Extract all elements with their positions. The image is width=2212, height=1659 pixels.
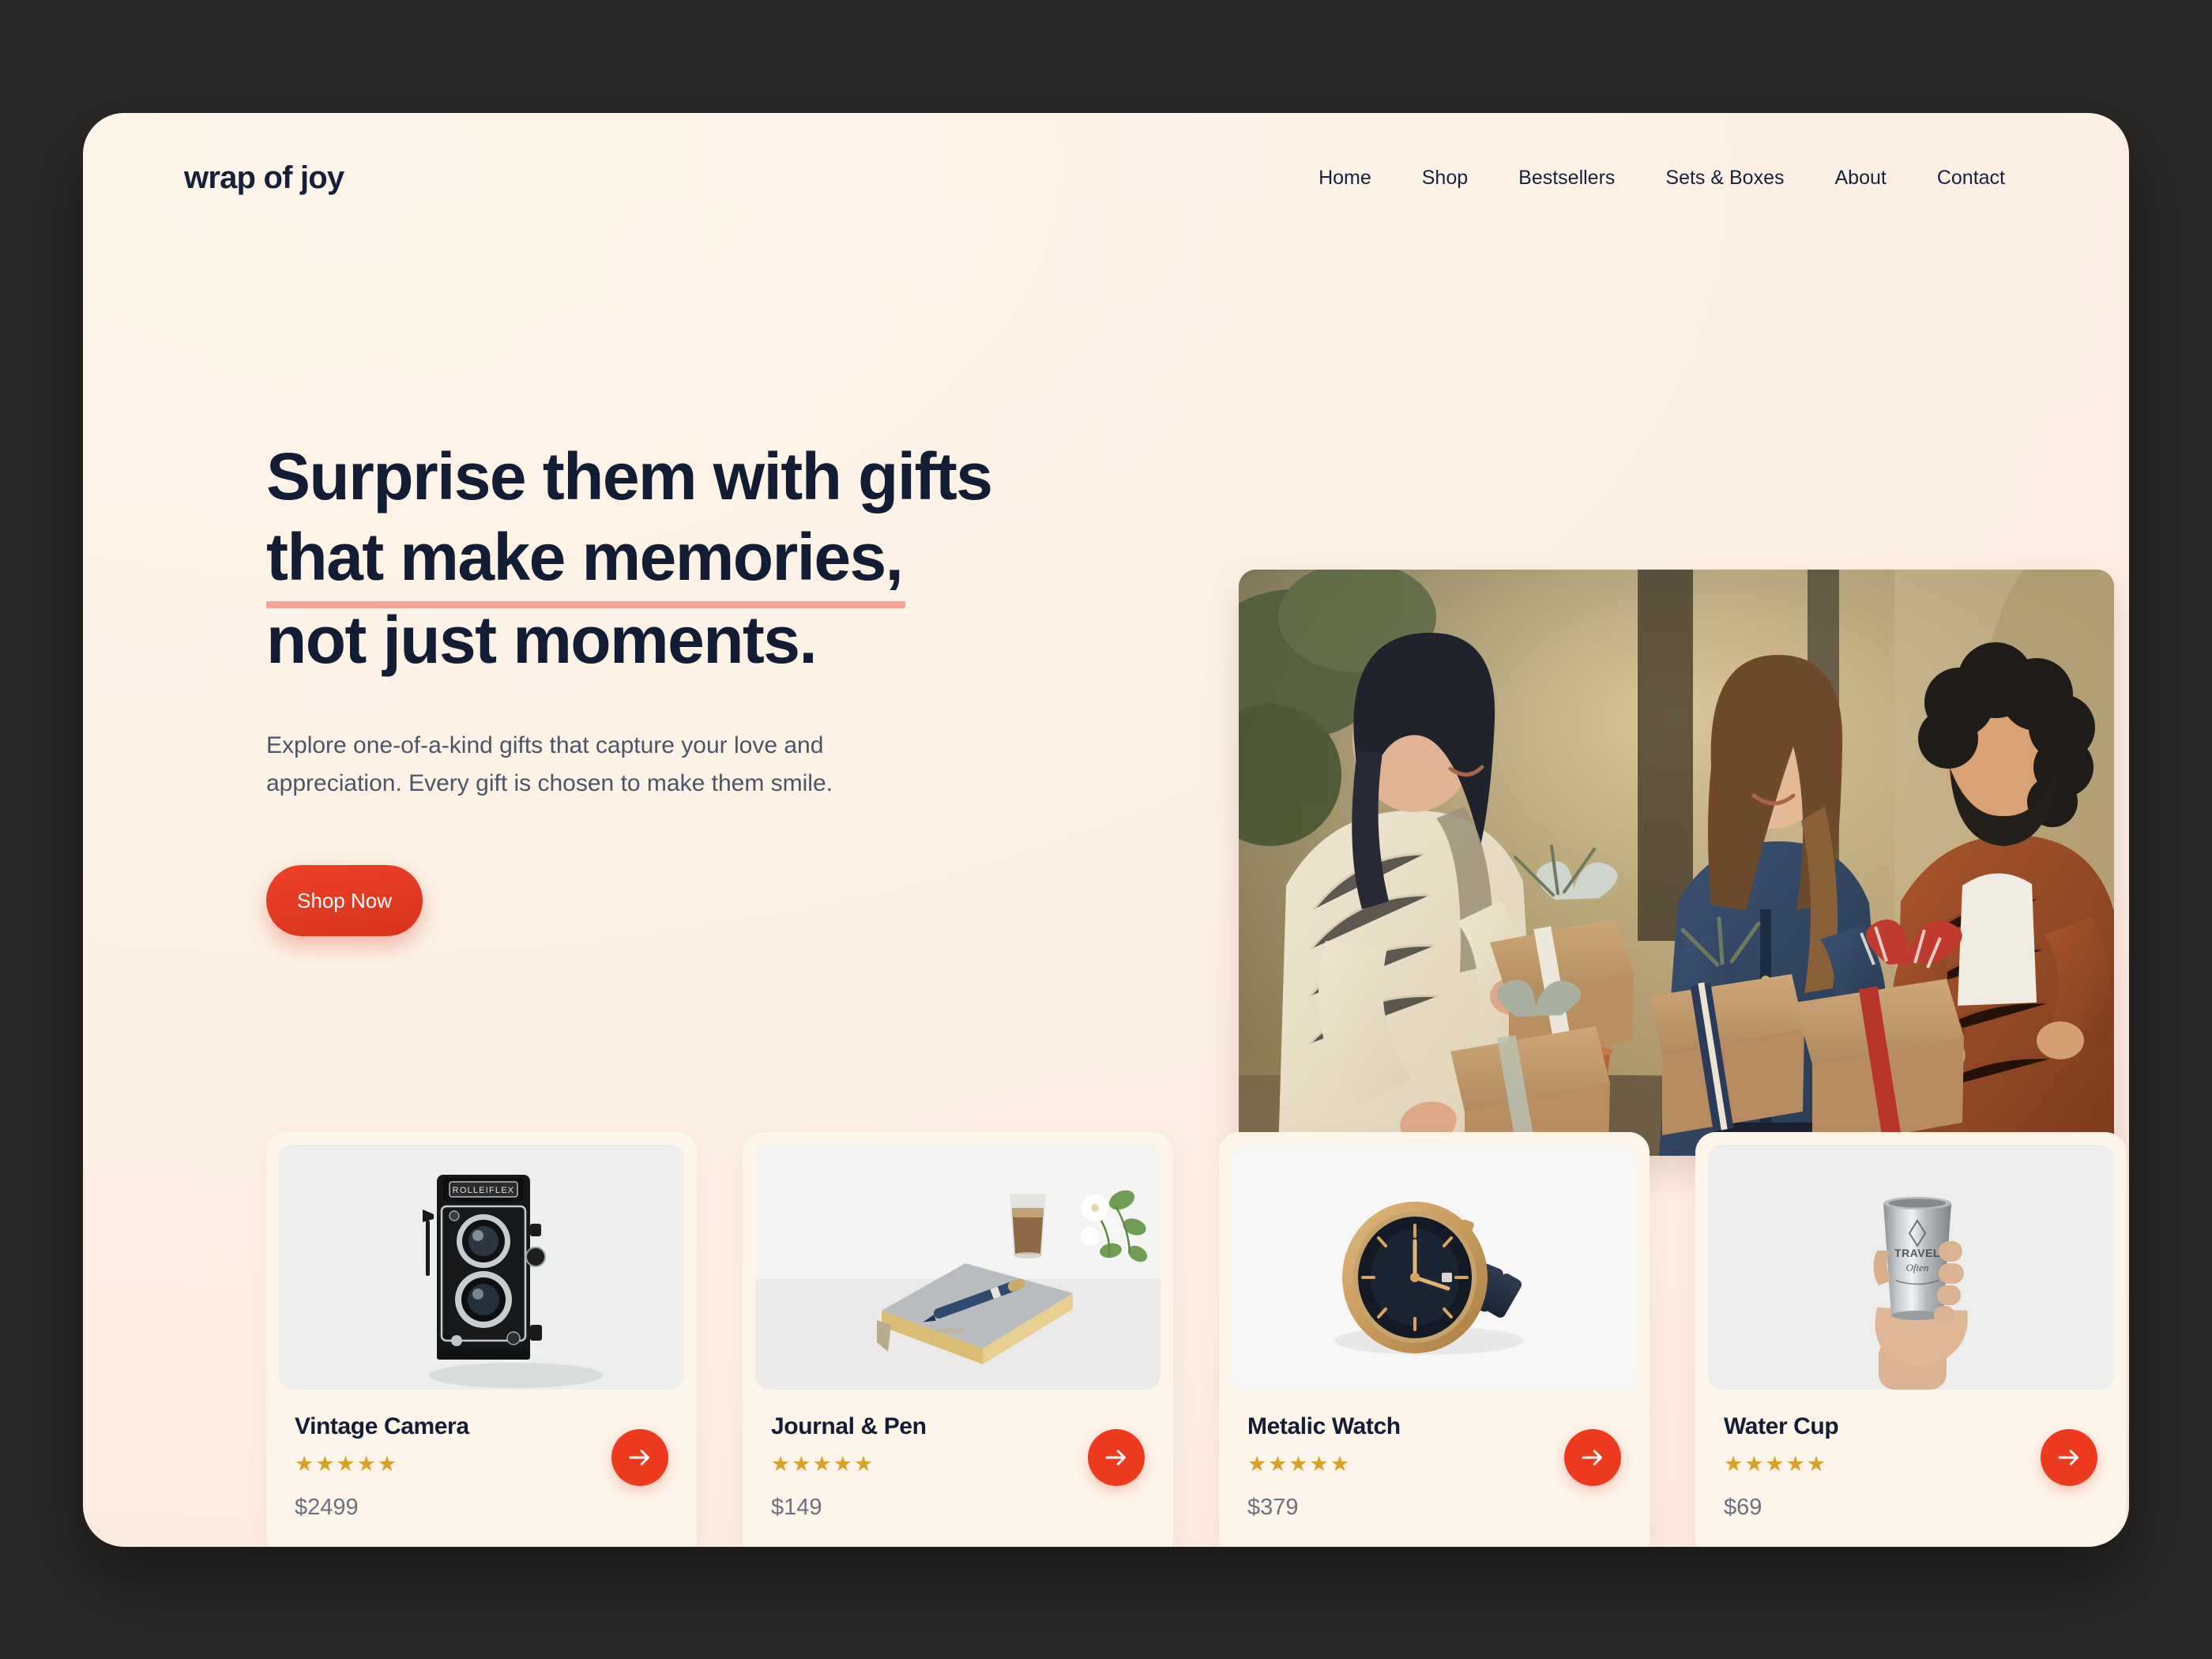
product-name: Vintage Camera	[295, 1413, 469, 1439]
brand-logo[interactable]: wrap of joy	[184, 160, 344, 196]
product-image-journal-pen: notebook	[755, 1145, 1161, 1390]
product-info: Water Cup ★★★★★ $69	[1708, 1390, 2113, 1547]
product-grid: ROLLEIFLEX Vintage Camera ★★★★★ $2499 no…	[266, 1132, 2126, 1547]
rating-stars: ★★★★★	[295, 1452, 399, 1476]
arrow-right-icon	[629, 1450, 649, 1465]
nav-item-about[interactable]: About	[1809, 167, 1911, 190]
main-nav: Home Shop Bestsellers Sets & Boxes About…	[1293, 167, 2030, 190]
product-name: Metalic Watch	[1247, 1413, 1401, 1439]
shop-now-button[interactable]: Shop Now	[266, 865, 423, 937]
product-text: Metalic Watch ★★★★★ $379	[1247, 1413, 1401, 1521]
product-info: Vintage Camera ★★★★★ $2499	[279, 1390, 684, 1547]
product-arrow-button[interactable]	[1088, 1429, 1145, 1486]
browser-window: wrap of joy Home Shop Bestsellers Sets &…	[83, 113, 2129, 1547]
nav-item-shop[interactable]: Shop	[1397, 167, 1493, 190]
hero-copy: Surprise them with gifts that make memor…	[266, 437, 1159, 937]
product-text: Water Cup ★★★★★ $69	[1724, 1413, 1839, 1521]
headline-underline-emphasis: that make memories,	[266, 517, 906, 608]
page-title: Surprise them with gifts that make memor…	[266, 437, 1159, 681]
svg-text:Often: Often	[1906, 1262, 1929, 1273]
svg-text:notebook: notebook	[937, 1326, 964, 1334]
product-text: Journal & Pen ★★★★★ $149	[771, 1413, 927, 1521]
arrow-right-icon	[1582, 1450, 1602, 1465]
product-card[interactable]: TRAVEL Often Water Cup ★★★★★ $69	[1695, 1132, 2126, 1547]
product-image-water-cup: TRAVEL Often	[1708, 1145, 2113, 1390]
product-card[interactable]: Metalic Watch ★★★★★ $379	[1219, 1132, 1650, 1547]
product-text: Vintage Camera ★★★★★ $2499	[295, 1413, 469, 1521]
hero-subtext: Explore one-of-a-kind gifts that capture…	[266, 732, 833, 797]
product-price: $149	[771, 1495, 822, 1520]
product-name: Journal & Pen	[771, 1413, 927, 1439]
product-price: $2499	[295, 1495, 359, 1520]
product-info: Journal & Pen ★★★★★ $149	[755, 1390, 1161, 1547]
product-image-metalic-watch	[1232, 1145, 1637, 1390]
headline-line-1: Surprise them with gifts	[266, 439, 993, 514]
svg-text:TRAVEL: TRAVEL	[1894, 1247, 1940, 1259]
hero-image	[1239, 570, 2114, 1156]
rating-stars: ★★★★★	[771, 1452, 875, 1476]
product-arrow-button[interactable]	[611, 1429, 668, 1486]
product-info: Metalic Watch ★★★★★ $379	[1232, 1390, 1637, 1547]
product-arrow-button[interactable]	[1564, 1429, 1621, 1486]
product-card[interactable]: ROLLEIFLEX Vintage Camera ★★★★★ $2499	[266, 1132, 697, 1547]
product-name: Water Cup	[1724, 1413, 1839, 1439]
product-price: $69	[1724, 1495, 1762, 1520]
svg-text:ROLLEIFLEX: ROLLEIFLEX	[453, 1186, 515, 1195]
nav-item-contact[interactable]: Contact	[1912, 167, 2030, 190]
product-arrow-button[interactable]	[2041, 1429, 2097, 1486]
arrow-right-icon	[1105, 1450, 1126, 1465]
nav-item-home[interactable]: Home	[1293, 167, 1397, 190]
rating-stars: ★★★★★	[1724, 1452, 1828, 1476]
nav-item-sets-boxes[interactable]: Sets & Boxes	[1640, 167, 1809, 190]
headline-line-2: that make memories,	[266, 517, 1159, 608]
site-header: wrap of joy Home Shop Bestsellers Sets &…	[83, 113, 2129, 243]
product-price: $379	[1247, 1495, 1299, 1520]
nav-item-bestsellers[interactable]: Bestsellers	[1493, 167, 1640, 190]
product-card[interactable]: notebook Journal & Pen ★★★★★ $149	[743, 1132, 1173, 1547]
rating-stars: ★★★★★	[1247, 1452, 1352, 1476]
headline-line-3: not just moments.	[266, 603, 818, 678]
arrow-right-icon	[2058, 1450, 2078, 1465]
product-image-vintage-camera: ROLLEIFLEX	[279, 1145, 684, 1390]
